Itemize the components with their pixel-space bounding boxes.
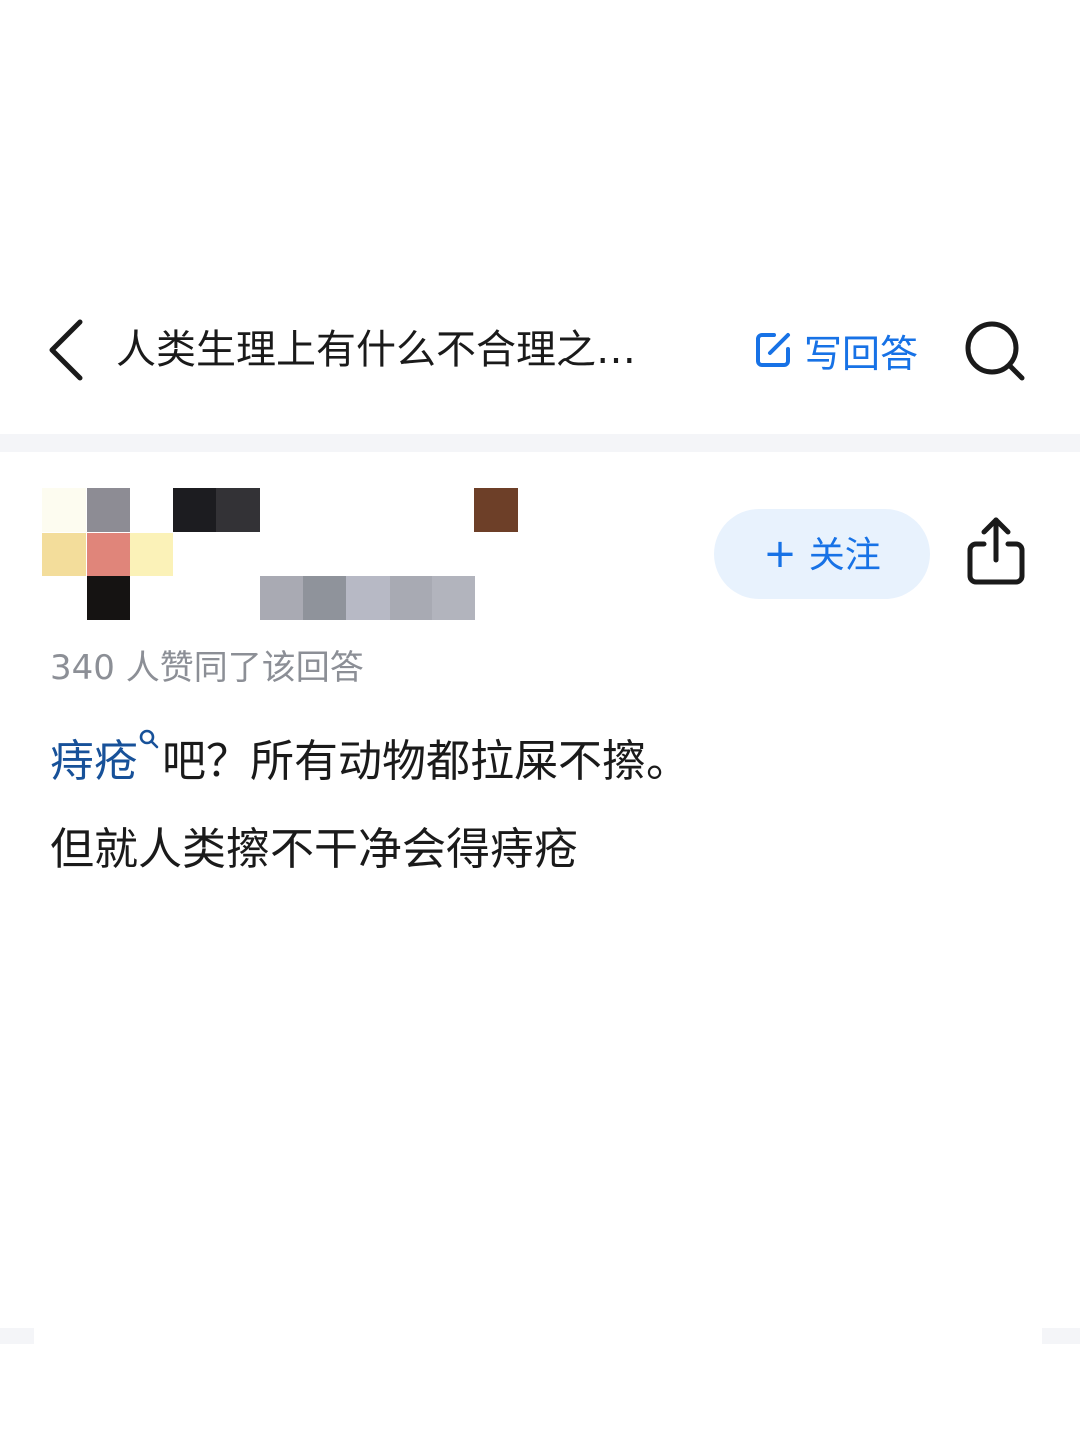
- follow-button[interactable]: + 关注: [714, 509, 930, 599]
- search-button[interactable]: [962, 318, 1028, 384]
- follow-label: 关注: [808, 535, 881, 576]
- vote-count: 340 人赞同了该回答: [50, 648, 364, 688]
- term-link[interactable]: 痔疮: [50, 736, 138, 787]
- avatar[interactable]: [42, 488, 522, 620]
- edit-icon: [756, 333, 790, 367]
- write-answer-button[interactable]: 写回答: [752, 324, 918, 376]
- share-icon: [967, 517, 1025, 585]
- write-answer-label: 写回答: [804, 331, 919, 376]
- search-small-icon: [139, 729, 159, 749]
- top-nav-bar: 人类生理上有什么不合理之… 写回答: [0, 290, 1080, 410]
- author-row: + 关注: [0, 452, 1080, 642]
- answer-line: 但就人类擦不干净会得痔疮: [50, 824, 578, 875]
- bottom-divider-right: [1042, 1328, 1080, 1344]
- answer-text: 吧？所有动物都拉屎不擦。: [162, 736, 690, 787]
- chevron-left-icon: [49, 319, 83, 381]
- answer-content: 痔疮 吧？所有动物都拉屎不擦。 但就人类擦不干净会得痔疮: [50, 718, 1040, 894]
- share-button[interactable]: [962, 514, 1030, 590]
- question-title[interactable]: 人类生理上有什么不合理之…: [116, 322, 716, 378]
- search-icon: [965, 321, 1025, 381]
- section-divider: [0, 434, 1080, 452]
- back-button[interactable]: [38, 312, 98, 388]
- answer-line: 痔疮 吧？所有动物都拉屎不擦。: [50, 718, 1040, 806]
- plus-icon: +: [763, 531, 797, 577]
- bottom-divider-left: [0, 1328, 34, 1344]
